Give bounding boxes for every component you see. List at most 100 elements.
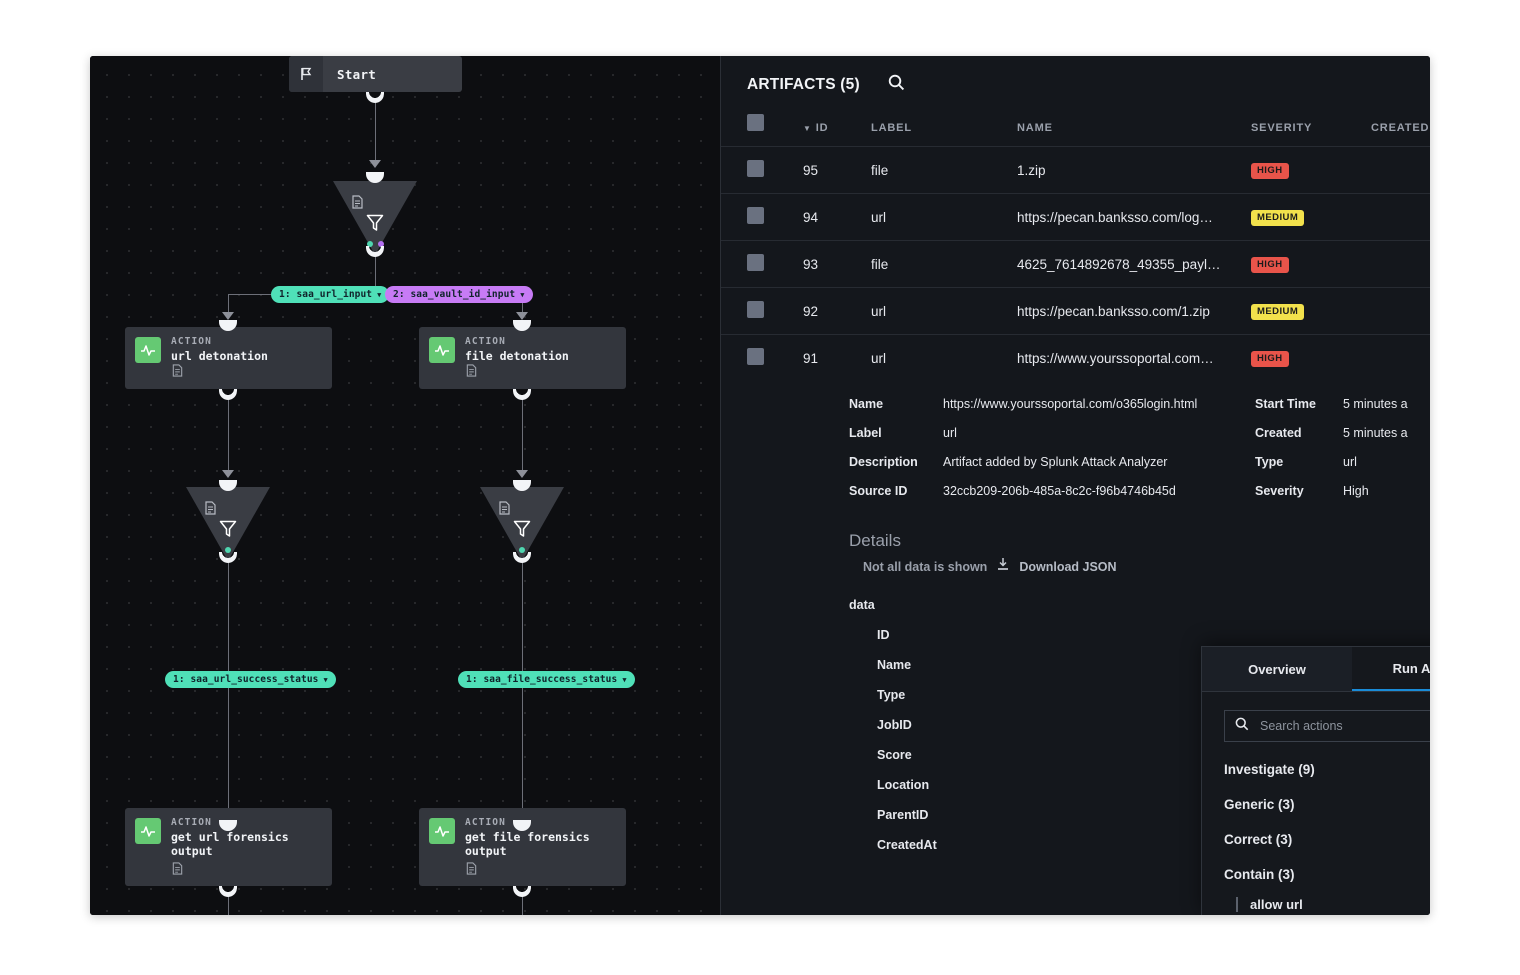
action-item[interactable]: allow url	[1236, 897, 1430, 912]
row-select-cell[interactable]	[721, 335, 803, 382]
details-heading: Details	[721, 513, 1430, 551]
action-group[interactable]: Correct (3)	[1224, 832, 1430, 847]
file-detonation-out-port[interactable]	[513, 389, 531, 400]
document-icon	[499, 501, 510, 520]
row-select-cell[interactable]	[721, 147, 803, 194]
artifacts-header: ARTIFACTS (5)	[721, 56, 1430, 114]
cell-name: 4625_7614892678_49355_payl…	[1017, 241, 1251, 288]
pill-saa-url-input[interactable]: 1: saa_url_input▼	[271, 286, 389, 303]
search-icon[interactable]	[888, 74, 905, 96]
tab-run-action[interactable]: Run Action	[1352, 647, 1430, 691]
cell-id: 94	[803, 194, 871, 241]
table-row[interactable]: 95file1.zipHIGH	[721, 147, 1430, 194]
download-json-link[interactable]: Download JSON	[1019, 560, 1116, 574]
cell-label: url	[871, 335, 1017, 382]
detail-key: Start Time	[1255, 397, 1343, 411]
row-checkbox[interactable]	[747, 207, 764, 224]
start-label: Start	[337, 67, 376, 82]
status-badge: HIGH	[1251, 163, 1289, 179]
cell-id: 93	[803, 241, 871, 288]
action-node-url-detonation[interactable]: ACTION url detonation	[125, 327, 332, 389]
status-badge: HIGH	[1251, 257, 1289, 273]
column-label: SEVERITY	[1251, 122, 1312, 134]
action-activity-icon	[429, 818, 455, 844]
filter-top-node[interactable]	[333, 181, 417, 255]
filter-left-out-port[interactable]	[219, 552, 237, 563]
tab-overview[interactable]: Overview	[1202, 647, 1352, 691]
run-action-popup: Overview Run Action Investigate (9) Gener…	[1201, 646, 1430, 915]
column-header-id[interactable]: ▼ ID	[803, 114, 871, 147]
pill-saa-url-success-status[interactable]: 1: saa_url_success_status▼	[165, 671, 336, 688]
table-row[interactable]: 94urlhttps://pecan.banksso.com/log…MEDIU…	[721, 194, 1430, 241]
row-checkbox[interactable]	[747, 254, 764, 271]
funnel-icon	[219, 520, 237, 544]
column-header-label[interactable]: LABEL	[871, 114, 1017, 147]
action-kind: ACTION	[171, 817, 212, 828]
row-select-cell[interactable]	[721, 241, 803, 288]
cell-label: url	[871, 288, 1017, 335]
filter-right-node[interactable]	[480, 487, 564, 561]
row-select-cell[interactable]	[721, 194, 803, 241]
start-node[interactable]: Start	[289, 56, 462, 92]
workflow-canvas[interactable]: Start 1: saa_url_inpu	[90, 56, 720, 915]
start-out-port[interactable]	[366, 92, 384, 103]
document-icon	[466, 862, 477, 880]
action-group[interactable]: Generic (3)	[1224, 797, 1430, 812]
action-name: url detonation	[171, 349, 331, 363]
status-badge: MEDIUM	[1251, 304, 1304, 320]
column-header-severity[interactable]: SEVERITY	[1251, 114, 1371, 147]
detail-key: Source ID	[849, 484, 943, 498]
edge-arrow	[222, 312, 234, 320]
url-detonation-out-port[interactable]	[219, 389, 237, 400]
pill-saa-file-success-status[interactable]: 1: saa_file_success_status▼	[458, 671, 635, 688]
cell-name: 1.zip	[1017, 147, 1251, 194]
pill-label: 1: saa_file_success_status	[466, 674, 617, 685]
column-header-created[interactable]: CREATED	[1371, 114, 1430, 147]
tree-root-label: data	[849, 598, 1430, 612]
funnel-icon	[366, 214, 384, 238]
search-actions-field[interactable]	[1224, 710, 1430, 742]
edge-filter-left-down	[228, 561, 229, 817]
cell-created	[1371, 288, 1430, 335]
detail-key: Type	[1255, 455, 1343, 469]
edge-arrow	[369, 160, 381, 168]
action-node-file-detonation[interactable]: ACTION file detonation	[419, 327, 626, 389]
detail-key: Created	[1255, 426, 1343, 440]
download-icon[interactable]	[996, 557, 1010, 576]
action-group[interactable]: Investigate (9)	[1224, 762, 1430, 777]
document-icon	[172, 862, 183, 880]
select-all-header[interactable]	[721, 114, 803, 147]
cell-created	[1371, 194, 1430, 241]
table-row[interactable]: 93file4625_7614892678_49355_payl…HIGH	[721, 241, 1430, 288]
table-header-row: ▼ ID LABEL NAME SEVERITY CREATED	[721, 114, 1430, 147]
search-actions-input[interactable]	[1258, 718, 1430, 734]
get-url-forensics-out-port[interactable]	[219, 886, 237, 897]
table-row[interactable]: 92urlhttps://pecan.banksso.com/1.zipMEDI…	[721, 288, 1430, 335]
app-screenshot: Start 1: saa_url_inpu	[90, 56, 1430, 915]
cell-label: file	[871, 147, 1017, 194]
not-all-data-text: Not all data is shown	[863, 560, 987, 574]
cell-severity: MEDIUM	[1251, 194, 1371, 241]
row-checkbox[interactable]	[747, 348, 764, 365]
pill-saa-vault-id-input[interactable]: 2: saa_vault_id_input▼	[385, 286, 533, 303]
tree-leaf[interactable]: ID	[877, 628, 1430, 642]
filter-left-node[interactable]	[186, 487, 270, 561]
edge-arrow	[516, 312, 528, 320]
detail-value: Artifact added by Splunk Attack Analyzer	[943, 455, 1255, 469]
cell-severity: MEDIUM	[1251, 288, 1371, 335]
action-name: file detonation	[465, 349, 625, 363]
document-icon	[466, 364, 477, 382]
column-header-name[interactable]: NAME	[1017, 114, 1251, 147]
row-select-cell[interactable]	[721, 288, 803, 335]
edge-arrow	[516, 470, 528, 478]
row-checkbox[interactable]	[747, 160, 764, 177]
detail-value: 5 minutes a	[1343, 426, 1408, 440]
filter-right-out-port[interactable]	[513, 552, 531, 563]
edge-start-filter	[375, 100, 376, 165]
table-row[interactable]: 91urlhttps://www.yourssoportal.com…HIGH	[721, 335, 1430, 382]
filter-top-out-port[interactable]	[366, 246, 384, 257]
action-group[interactable]: Contain (3)	[1224, 867, 1430, 882]
row-checkbox[interactable]	[747, 301, 764, 318]
select-all-checkbox[interactable]	[747, 114, 764, 131]
get-file-forensics-out-port[interactable]	[513, 886, 531, 897]
